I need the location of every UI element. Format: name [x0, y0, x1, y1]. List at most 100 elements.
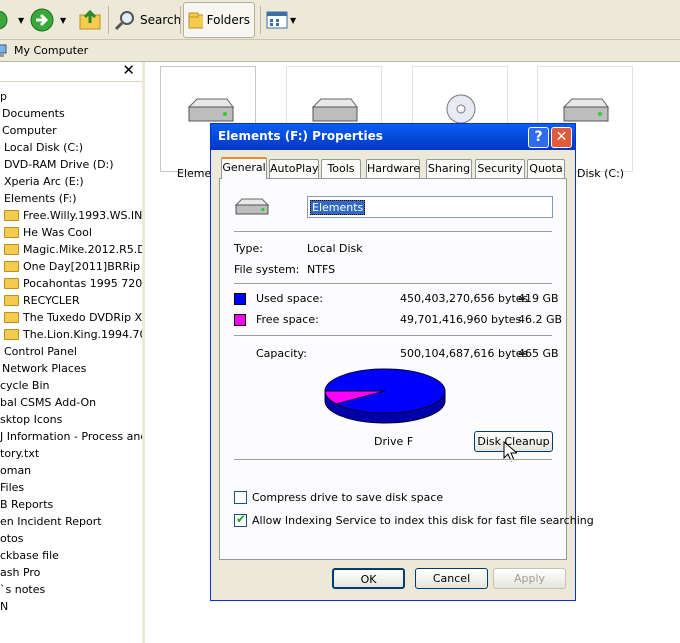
tree-item[interactable]: Free.Willy.1993.WS.INTE	[0, 207, 142, 224]
tree-item[interactable]: The.Lion.King.1994.704p	[0, 326, 142, 343]
tree-item-label: Xperia Arc (E:)	[4, 175, 84, 188]
free-space-gb: 46.2 GB	[518, 313, 563, 326]
tree-item[interactable]: ckbase file	[0, 547, 142, 564]
tree-item-label: RECYCLER	[23, 294, 80, 307]
tree-item-label: oman	[0, 464, 32, 477]
apply-button[interactable]: Apply	[493, 568, 566, 589]
forward-dropdown-button[interactable]: ▼	[60, 2, 66, 38]
tab-sharing[interactable]: Sharing	[426, 159, 472, 178]
tree-item[interactable]: sktop Icons	[0, 411, 142, 428]
up-folder-button[interactable]	[78, 2, 102, 38]
tree-item[interactable]: bal CSMS Add-On	[0, 394, 142, 411]
type-label: Type:	[234, 242, 263, 255]
tab-security[interactable]: Security	[475, 159, 525, 178]
divider	[234, 231, 552, 233]
folder-icon	[4, 295, 19, 306]
tree-item[interactable]: p	[0, 88, 142, 105]
free-space-label: Free space:	[256, 313, 319, 326]
help-button[interactable]: ?	[528, 127, 549, 148]
folder-icon	[4, 210, 19, 221]
tree-item-label: en Incident Report	[0, 515, 102, 528]
divider	[234, 283, 552, 285]
divider	[234, 335, 552, 337]
folders-button[interactable]: Folders	[183, 2, 255, 38]
tree-item-label: tory.txt	[0, 447, 40, 460]
drive-icon	[234, 198, 270, 215]
folder-icon	[4, 278, 19, 289]
tree-item[interactable]: Elements (F:)	[0, 190, 142, 207]
used-space-label: Used space:	[256, 292, 324, 305]
tree-item[interactable]: Magic.Mike.2012.R5.DVD	[0, 241, 142, 258]
back-button[interactable]	[0, 2, 14, 38]
tree-item[interactable]: DVD-RAM Drive (D:)	[0, 156, 142, 173]
folder-icon	[4, 312, 19, 323]
tab-tools[interactable]: Tools	[321, 159, 361, 178]
tree-item[interactable]: Pocahontas 1995 720p H	[0, 275, 142, 292]
my-computer-icon	[0, 44, 7, 57]
tree-item[interactable]: oman	[0, 462, 142, 479]
folders-label: Folders	[206, 13, 250, 27]
close-button[interactable]: ✕	[551, 127, 572, 148]
tab-general[interactable]: General	[221, 157, 267, 179]
tree-item[interactable]: Local Disk (C:)	[0, 139, 142, 156]
tree-item-label: J Information - Process and Pr	[0, 430, 142, 443]
compress-checkbox[interactable]	[234, 491, 247, 504]
tab-autoplay[interactable]: AutoPlay	[269, 159, 319, 178]
tree-item[interactable]: J Information - Process and Pr	[0, 428, 142, 445]
tab-hardware[interactable]: Hardware	[366, 159, 420, 178]
volume-name-value: Elements	[310, 200, 366, 215]
dialog-titlebar[interactable]: Elements (F:) Properties ? ✕	[211, 124, 575, 150]
tree-item[interactable]: cycle Bin	[0, 377, 142, 394]
folder-icon	[4, 329, 19, 340]
indexing-label: Allow Indexing Service to index this dis…	[252, 514, 594, 527]
tree-item[interactable]: B Reports	[0, 496, 142, 513]
filesystem-value: NTFS	[307, 263, 336, 276]
search-label: Search	[140, 13, 182, 27]
tree-item[interactable]: He Was Cool	[0, 224, 142, 241]
tree-item-label: Files	[0, 481, 25, 494]
drive-label: Drive F	[374, 435, 414, 448]
tree-item[interactable]: Documents	[0, 105, 142, 122]
tree-item[interactable]: Files	[0, 479, 142, 496]
tree-item[interactable]: Computer	[0, 122, 142, 139]
tree-item[interactable]: One Day[2011]BRRip Xvi	[0, 258, 142, 275]
toolbar: ▼ ▼ Search Folders ▼	[0, 0, 680, 40]
compress-label: Compress drive to save disk space	[252, 491, 444, 504]
tree-item[interactable]: en Incident Report	[0, 513, 142, 530]
search-icon	[114, 11, 134, 31]
tree-item[interactable]: Control Panel	[0, 343, 142, 360]
tree-item[interactable]: Network Places	[0, 360, 142, 377]
address-bar[interactable]: My Computer	[0, 40, 680, 62]
tree-item[interactable]: Xperia Arc (E:)	[0, 173, 142, 190]
ok-button[interactable]: OK	[332, 568, 405, 589]
used-space-bytes: 450,403,270,656 bytes	[400, 292, 529, 305]
indexing-checkbox[interactable]: ✔	[234, 512, 247, 527]
tree-item[interactable]: N	[0, 598, 142, 615]
tree-item-label: One Day[2011]BRRip Xvi	[23, 260, 142, 273]
search-button[interactable]: Search	[114, 2, 181, 38]
tree-item[interactable]: RECYCLER	[0, 292, 142, 309]
tree-item-label: B Reports	[0, 498, 54, 511]
tree-item-label: Control Panel	[4, 345, 77, 358]
back-dropdown-button[interactable]: ▼	[18, 2, 24, 38]
volume-name-input[interactable]: Elements	[307, 196, 553, 218]
tree-item[interactable]: otos	[0, 530, 142, 547]
cancel-button[interactable]: Cancel	[415, 568, 488, 589]
tree-item-label: DVD-RAM Drive (D:)	[4, 158, 114, 171]
tree-item-label: He Was Cool	[23, 226, 92, 239]
close-pane-icon[interactable]: ✕	[122, 62, 135, 79]
tree-item[interactable]: The Tuxedo DVDRip XviD	[0, 309, 142, 326]
capacity-label: Capacity:	[256, 347, 307, 360]
capacity-bytes: 500,104,687,616 bytes	[400, 347, 529, 360]
chevron-down-icon: ▼	[290, 15, 297, 25]
tree-item[interactable]: tory.txt	[0, 445, 142, 462]
forward-button[interactable]	[30, 2, 54, 38]
views-button[interactable]: ▼	[266, 2, 296, 38]
tree-item[interactable]: `s notes	[0, 581, 142, 598]
folders-icon	[188, 12, 203, 29]
folder-tree: p Documents Computer Local Disk (C:) DVD-RAM…	[0, 88, 142, 615]
tab-quota[interactable]: Quota	[527, 159, 565, 178]
general-tab-panel: Elements Type: Local Disk File system: N…	[219, 178, 594, 560]
tree-item[interactable]: ash Pro	[0, 564, 142, 581]
tree-item-label: Documents	[2, 107, 65, 120]
